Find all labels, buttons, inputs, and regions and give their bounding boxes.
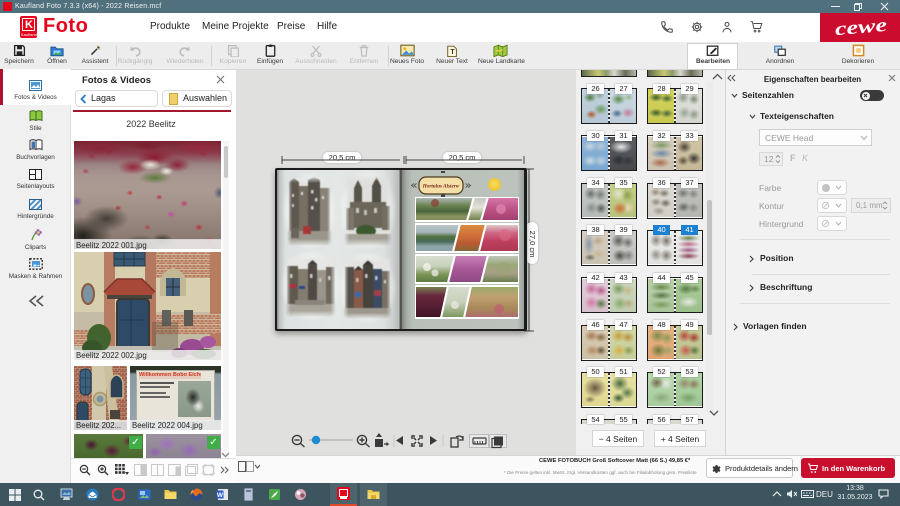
svg-text:W: W [217, 492, 224, 499]
svg-text:cewe: cewe [834, 17, 888, 39]
svg-text:Hortulus Alsterw: Hortulus Alsterw [422, 184, 460, 190]
